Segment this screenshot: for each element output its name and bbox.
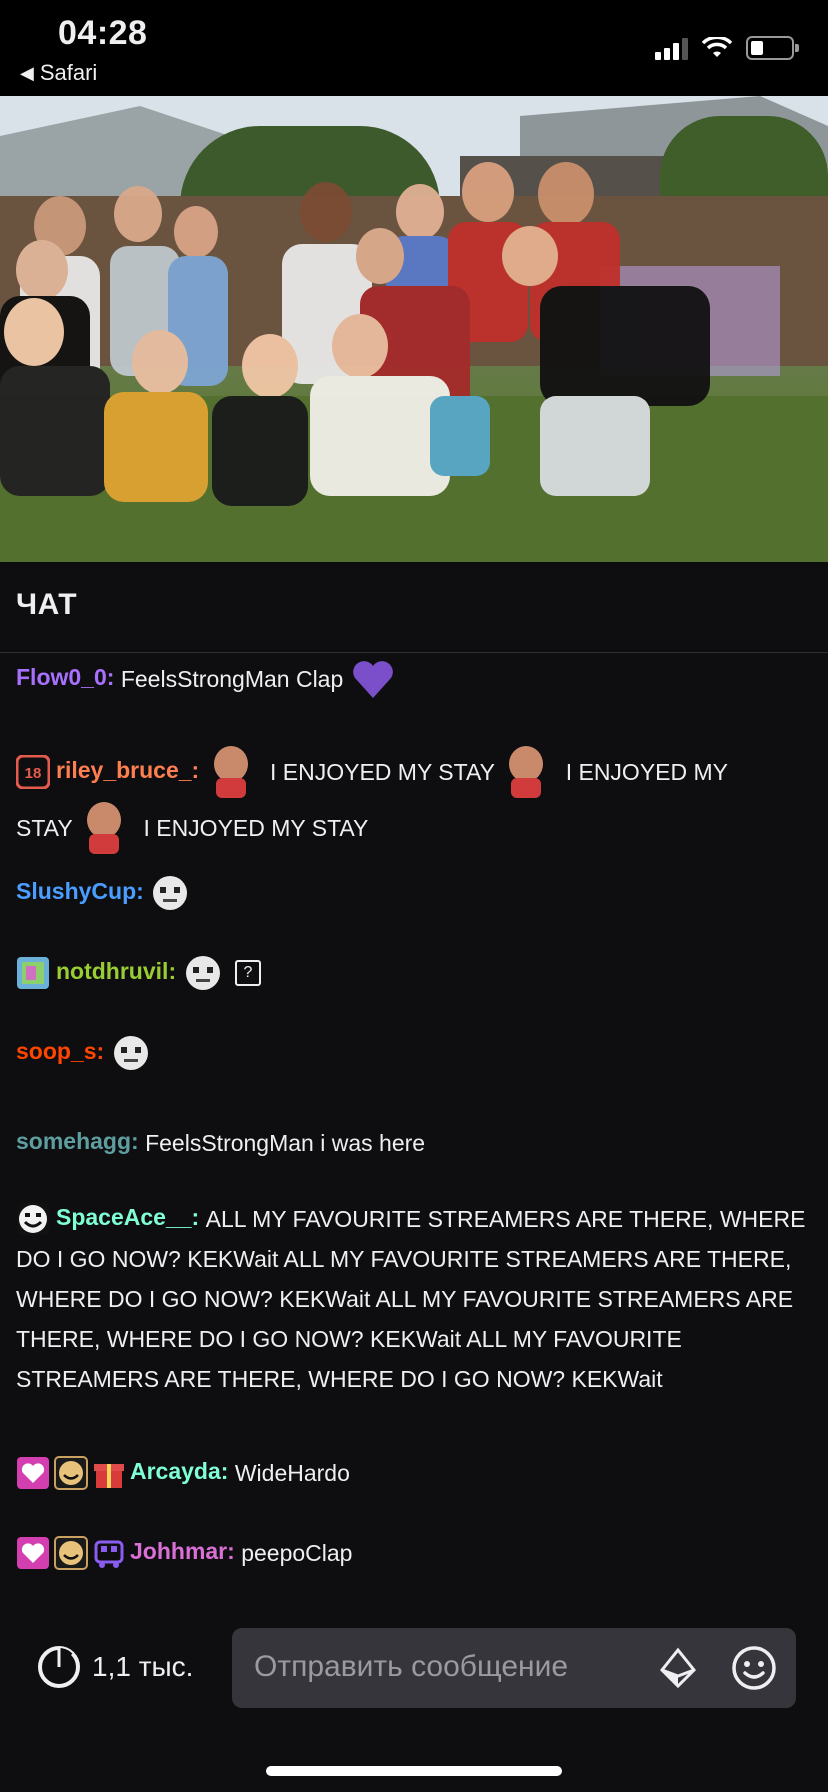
heart-subscriber-badge — [17, 1536, 49, 1569]
message-text: I ENJOYED MY STAY — [143, 815, 369, 841]
wifi-icon — [702, 37, 732, 57]
message-text: ALL MY FAVOURITE STREAMERS ARE THERE, WH… — [16, 1205, 806, 1392]
cellular-signal-icon — [655, 36, 688, 60]
message-text: STAY — [16, 815, 73, 841]
back-app-label: Safari — [39, 60, 98, 85]
viewer-count-label: 1,1 тыс. — [92, 1651, 194, 1682]
message-text: I ENJOYED MY — [565, 759, 729, 785]
back-to-app-button[interactable]: ◀ Safari — [20, 60, 97, 86]
robot-face-emote — [185, 955, 220, 990]
chat-header: ЧАТ — [0, 562, 828, 653]
chat-username[interactable]: Arcayda: — [130, 1458, 228, 1484]
chat-username[interactable]: somehagg: — [16, 1128, 139, 1154]
chat-message[interactable]: notdhruvil: ? — [16, 952, 812, 993]
heart-subscriber-badge — [17, 1456, 49, 1489]
pixel-art-badge — [17, 956, 49, 989]
video-frame — [0, 96, 828, 562]
chat-message[interactable]: soop_s: — [16, 1032, 812, 1073]
feelsstrongman-emote — [213, 746, 248, 798]
smile-face-badge — [54, 1455, 88, 1490]
feelsstrongman-emote — [87, 802, 122, 854]
chat-message[interactable]: somehagg: FeelsStrongMan i was here — [16, 1122, 812, 1162]
chat-username[interactable]: riley_bruce_: — [56, 757, 199, 783]
home-indicator[interactable] — [266, 1766, 562, 1776]
purple-heart-emote — [352, 661, 393, 698]
message-text: peepoClap — [241, 1539, 353, 1566]
18-month-subscriber-badge: 18 — [16, 755, 50, 789]
loading-spinner-icon — [38, 1646, 80, 1688]
chat-username[interactable]: SlushyCup: — [16, 878, 144, 904]
robot-face-emote — [153, 875, 188, 910]
status-time: 04:28 — [58, 14, 148, 52]
chat-message[interactable]: 18 riley_bruce_: I ENJOYED MY STAY I ENJ… — [16, 744, 812, 856]
message-input-placeholder: Отправить сообщение — [254, 1650, 569, 1683]
message-text: FeelsStrongMan Clap — [120, 666, 344, 692]
back-arrow-icon: ◀ — [20, 62, 34, 83]
smile-face-badge — [17, 1202, 49, 1235]
chat-username[interactable]: soop_s: — [16, 1038, 104, 1064]
message-text: I ENJOYED MY STAY — [269, 759, 495, 785]
chat-message[interactable]: Arcayda: WideHardo — [16, 1452, 812, 1492]
status-bar: 04:28 ◀ Safari — [0, 0, 828, 96]
gift-badge — [94, 1463, 124, 1488]
chat-message[interactable]: SlushyCup: — [16, 872, 812, 913]
video-player[interactable] — [0, 96, 828, 562]
chat-message[interactable]: SpaceAce__: ALL MY FAVOURITE STREAMERS A… — [16, 1198, 812, 1398]
bits-icon[interactable] — [656, 1646, 700, 1690]
svg-text:18: 18 — [25, 765, 42, 782]
feelsstrongman-emote — [509, 746, 544, 798]
chat-message[interactable]: Johhmar: peepoClap — [16, 1532, 812, 1572]
chat-message-input[interactable]: Отправить сообщение — [232, 1628, 796, 1708]
chat-username[interactable]: notdhruvil: — [56, 958, 176, 984]
message-text: WideHardo — [234, 1459, 350, 1486]
message-text: FeelsStrongMan i was here — [145, 1129, 426, 1156]
status-icons — [655, 36, 799, 60]
chat-username[interactable]: SpaceAce__: — [56, 1204, 199, 1230]
viewer-count[interactable]: 1,1 тыс. — [36, 1644, 193, 1690]
unknown-emote: ? — [234, 959, 261, 986]
chat-username[interactable]: Flow0_0: — [16, 664, 114, 690]
emote-picker-icon[interactable] — [730, 1644, 778, 1692]
battery-icon — [746, 36, 799, 60]
chat-message-list[interactable]: Flow0_0: FeelsStrongMan Clap 18 riley_br… — [0, 652, 828, 1622]
smile-face-badge — [54, 1535, 88, 1570]
chat-title: ЧАТ — [16, 588, 78, 621]
bus-badge — [94, 1540, 124, 1568]
chat-username[interactable]: Johhmar: — [130, 1538, 235, 1564]
chat-message[interactable]: Flow0_0: FeelsStrongMan Clap — [16, 656, 812, 702]
robot-face-emote — [113, 1035, 148, 1070]
